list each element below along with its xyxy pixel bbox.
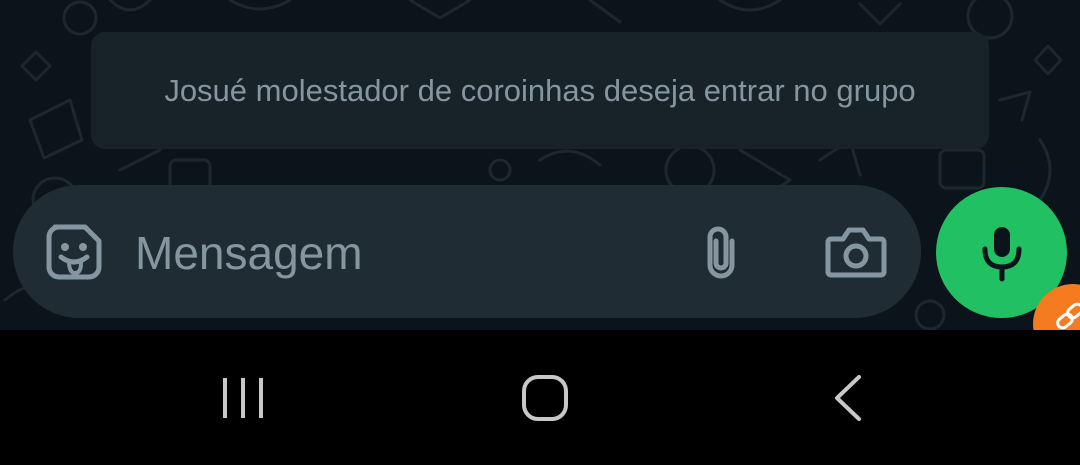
paperclip-icon[interactable]: [696, 223, 746, 283]
message-input[interactable]: [135, 225, 665, 281]
sticker-emoji-icon[interactable]: [45, 223, 103, 281]
screen: Josué molestador de coroinhas deseja ent…: [0, 0, 1080, 465]
back-button[interactable]: [788, 348, 908, 448]
message-composer: [13, 185, 921, 318]
back-icon: [835, 375, 861, 421]
recents-button[interactable]: [183, 348, 303, 448]
camera-icon[interactable]: [825, 225, 887, 279]
system-message-bubble: Josué molestador de coroinhas deseja ent…: [91, 32, 989, 149]
system-navigation-bar: [0, 330, 1080, 465]
system-message-text: Josué molestador de coroinhas deseja ent…: [164, 72, 916, 108]
home-icon: [522, 375, 568, 421]
microphone-icon: [982, 226, 1021, 281]
home-button[interactable]: [485, 348, 605, 448]
recents-icon: [223, 378, 263, 418]
